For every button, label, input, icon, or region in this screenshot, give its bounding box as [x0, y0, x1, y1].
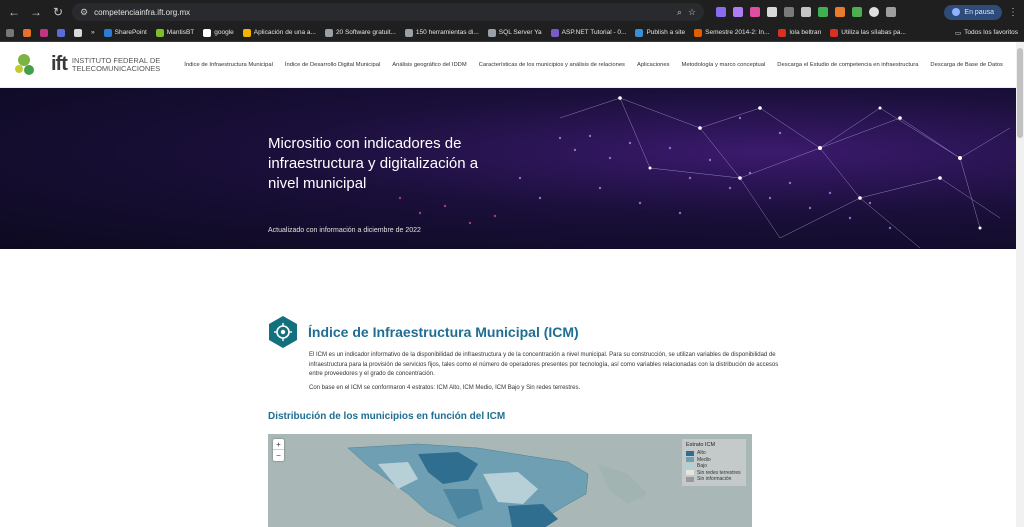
extension-icon[interactable] [801, 7, 811, 17]
extension-icon[interactable] [835, 7, 845, 17]
extension-icon[interactable] [750, 7, 760, 17]
bookmark-favicon [155, 28, 164, 37]
nav-geo-analysis[interactable]: Análisis geográfico del IDDM [392, 62, 466, 68]
main-nav: Índice de Infraestructura Municipal Índi… [184, 62, 1003, 68]
bookmark-item[interactable]: Aplicación de una a... [242, 28, 316, 37]
hero-title: Micrositio con indicadores de infraestru… [268, 135, 479, 192]
map-shapes [347, 443, 648, 527]
legend-swatch [686, 470, 694, 476]
legend-swatch [686, 450, 694, 456]
zoom-in-button[interactable]: + [273, 439, 284, 450]
bookmark-favicon[interactable] [57, 28, 65, 37]
bookmark-favicon[interactable] [40, 28, 48, 37]
bookmark-star-icon[interactable]: ☆ [688, 7, 696, 18]
bookmark-item[interactable]: SQL Server Ya [487, 28, 542, 37]
zoom-icon[interactable]: ⌕ [677, 7, 682, 18]
page-scrollbar[interactable] [1016, 42, 1024, 527]
extension-icon[interactable] [767, 7, 777, 17]
extension-icon[interactable] [818, 7, 828, 17]
bookmark-item[interactable]: 20 Software gratuit... [324, 28, 396, 37]
nav-characteristics[interactable]: Características de los municipios y anál… [479, 62, 625, 68]
bookmarks-bar: » SharePoint MantisBT google Aplicación … [0, 24, 1024, 42]
folder-icon: ▭ [955, 29, 962, 37]
nav-download-db[interactable]: Descarga de Base de Datos [930, 62, 1003, 68]
nav-iddm[interactable]: Índice de Desarrollo Digital Municipal [285, 62, 380, 68]
ift-logo[interactable]: ift INSTITUTO FEDERAL DE TELECOMUNICACIO… [14, 52, 160, 78]
hero-updated-note: Actualizado con información a diciembre … [268, 227, 421, 234]
profile-pill-label: En pausa [964, 8, 994, 16]
extensions-puzzle-icon[interactable] [886, 7, 896, 17]
legend-swatch [686, 476, 694, 482]
zoom-out-button[interactable]: − [273, 450, 284, 461]
main-content: Índice de Infraestructura Municipal (ICM… [0, 315, 1024, 527]
icm-map[interactable]: + − Estrato ICM Alto Medio Bajo Sin rede… [268, 434, 752, 527]
bookmark-item[interactable]: google [203, 28, 234, 37]
map-zoom-controls: + − [273, 439, 284, 461]
legend-title: Estrato ICM [686, 442, 716, 448]
bookmark-favicon[interactable] [74, 28, 82, 37]
extension-icon[interactable] [784, 7, 794, 17]
bookmark-favicon [487, 28, 496, 37]
site-header: ift INSTITUTO FEDERAL DE TELECOMUNICACIO… [0, 42, 1024, 88]
nav-icm[interactable]: Índice de Infraestructura Municipal [184, 62, 273, 68]
logo-text: ift [51, 53, 68, 75]
bookmark-favicon [830, 28, 839, 37]
url-text[interactable]: competenciainfra.ift.org.mx [94, 8, 671, 17]
bookmark-item[interactable]: Semestre 2014-2: In... [694, 28, 769, 37]
extension-icon[interactable] [716, 7, 726, 17]
bookmark-item[interactable]: SharePoint [103, 28, 147, 37]
more-menu-icon[interactable]: ⋮ [1008, 7, 1018, 18]
bookmark-favicon[interactable] [23, 28, 31, 37]
bookmarks-overflow-icon[interactable]: » [91, 29, 95, 36]
apps-icon[interactable] [6, 28, 14, 37]
ift-logo-icon [15, 53, 34, 75]
browser-toolbar: ← → ↻ ⚙ competenciainfra.ift.org.mx ⌕ ☆ … [0, 0, 1024, 24]
extension-icon[interactable] [733, 7, 743, 17]
nav-download-study[interactable]: Descarga el Estudio de competencia en in… [777, 62, 918, 68]
bookmark-item[interactable]: ASP.NET Tutorial - 0... [550, 28, 626, 37]
legend-swatch [686, 457, 694, 463]
bookmark-favicon [635, 28, 644, 37]
distribution-title: Distribución de los municipios en funció… [268, 411, 506, 422]
bookmark-item[interactable]: lola beltran [778, 28, 821, 37]
bookmark-favicon [550, 28, 559, 37]
legend-swatch [686, 463, 694, 469]
bookmark-item[interactable]: Utiliza las sílabas pa... [830, 28, 906, 37]
avatar [952, 8, 961, 16]
nav-applications[interactable]: Aplicaciones [637, 62, 670, 68]
web-page: ift INSTITUTO FEDERAL DE TELECOMUNICACIO… [0, 42, 1024, 527]
icm-section-header: Índice de Infraestructura Municipal (ICM… [268, 315, 1024, 349]
extensions-area [716, 7, 896, 17]
bookmark-favicon [694, 28, 703, 37]
bookmark-favicon [404, 28, 413, 37]
bookmark-favicon [242, 28, 251, 37]
logo-subtitle: INSTITUTO FEDERAL DE TELECOMUNICACIONES [71, 55, 161, 73]
all-bookmarks-folder[interactable]: ▭ Todos los favoritos [955, 29, 1018, 37]
nav-methodology[interactable]: Metodología y marco conceptual [682, 62, 766, 68]
target-icon [269, 316, 297, 348]
forward-icon[interactable]: → [28, 4, 44, 20]
scrollbar-thumb[interactable] [1017, 48, 1023, 138]
bookmark-item[interactable]: 150 herramientas di... [404, 28, 479, 37]
bookmark-item[interactable]: Publish a site [635, 28, 685, 37]
hero-banner: Micrositio con indicadores de infraestru… [0, 88, 1024, 249]
bookmark-favicon [203, 28, 212, 37]
network-world-graphic [398, 96, 1011, 249]
address-bar[interactable]: ⚙ competenciainfra.ift.org.mx ⌕ ☆ [72, 3, 704, 21]
icm-description: El ICM es un indicador informativo de la… [309, 352, 779, 377]
map-legend: Estrato ICM Alto Medio Bajo Sin redes te… [682, 439, 746, 486]
bookmark-favicon [324, 28, 333, 37]
profile-pause-button[interactable]: En pausa [944, 4, 1002, 20]
bookmark-item[interactable]: MantisBT [155, 28, 194, 37]
bookmark-favicon [103, 28, 112, 37]
back-icon[interactable]: ← [6, 4, 22, 20]
reload-icon[interactable]: ↻ [50, 4, 66, 20]
site-settings-icon[interactable]: ⚙ [80, 7, 88, 18]
section-title: Índice de Infraestructura Municipal (ICM… [308, 324, 579, 340]
bookmark-favicon [778, 28, 787, 37]
icm-strata-note: Con base en el ICM se conformaron 4 estr… [309, 384, 581, 391]
extension-icon[interactable] [852, 7, 862, 17]
legend-item: Sin información [686, 476, 742, 483]
extension-icon[interactable] [869, 7, 879, 17]
